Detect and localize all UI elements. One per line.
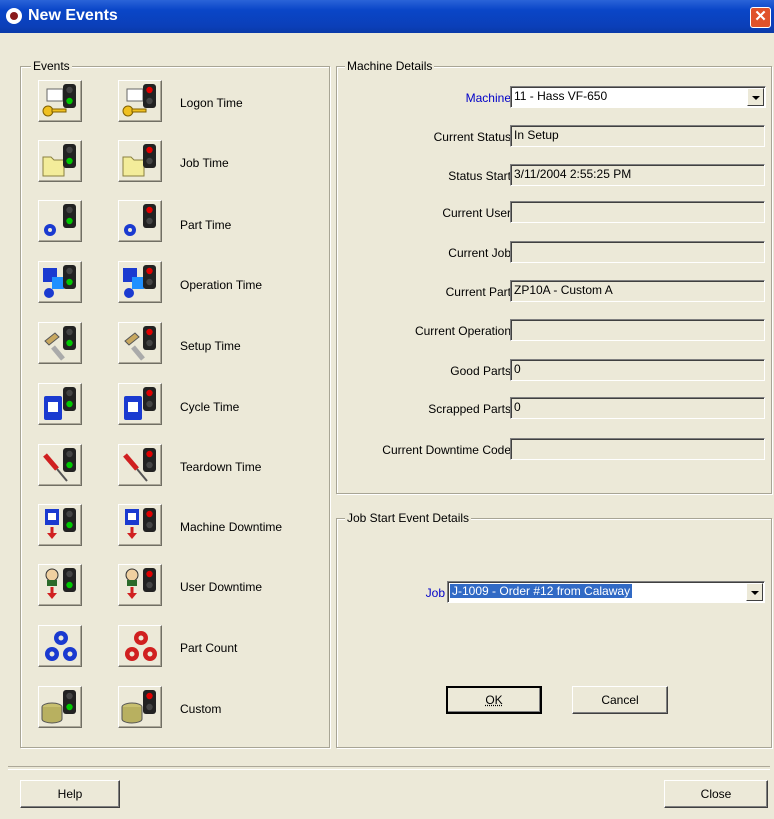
event-2-stop-button[interactable] [118,200,162,242]
detail-label: Scrapped Parts [428,402,511,416]
cancel-button[interactable]: Cancel [572,686,668,714]
chevron-down-icon[interactable] [746,583,763,601]
machine-down-icon [45,508,76,539]
event-9-start-button[interactable] [38,625,82,667]
event-3-start-button[interactable] [38,261,82,303]
detail-field [510,438,765,460]
event-label: Custom [180,702,222,716]
gears-icon [45,631,77,661]
close-button-label: Close [700,787,732,801]
event-7-stop-button[interactable] [118,504,162,546]
machine-down-icon [125,508,156,539]
folder-icon [122,144,156,177]
job-select[interactable]: J-1009 - Order #12 from Calaway [447,581,765,603]
user-down-icon [45,568,76,599]
event-10-start-button[interactable] [38,686,82,728]
detail-field [510,201,765,223]
event-label: Machine Downtime [180,520,283,534]
operation-icon [123,265,156,298]
event-8-stop-button[interactable] [118,564,162,606]
event-3-stop-button[interactable] [118,261,162,303]
gear-icon [44,204,76,236]
gear-icon [124,204,156,236]
event-4-start-button[interactable] [38,322,82,364]
help-button-label: Help [57,787,83,801]
event-0-start-button[interactable] [38,80,82,122]
event-1-start-button[interactable] [38,140,82,182]
close-window-button[interactable]: ✕ [750,7,771,28]
screwdriver-icon [43,448,76,482]
event-1-stop-button[interactable] [118,140,162,182]
detail-label: Current Status [433,130,511,144]
event-label: Part Time [180,218,232,232]
detail-field: ZP10A - Custom A [510,280,765,302]
machine-icon [44,387,76,420]
detail-field [510,241,765,263]
wrench-icon [44,326,76,361]
event-label: Part Count [180,641,238,655]
detail-field: In Setup [510,125,765,147]
job-label: Job [425,586,445,600]
wrench-icon [124,326,156,361]
folder-icon [42,144,76,177]
event-5-stop-button[interactable] [118,383,162,425]
event-label: Cycle Time [180,400,240,414]
detail-field: 0 [510,359,765,381]
job-select-value: J-1009 - Order #12 from Calaway [450,584,633,598]
app-icon [6,8,22,24]
event-9-stop-button[interactable] [118,625,162,667]
detail-label: Good Parts [450,364,511,378]
database-icon [41,690,76,724]
event-label: Operation Time [180,278,263,292]
machine-details-title: Machine Details [345,59,435,73]
key-icon [122,84,156,117]
user-down-icon [125,568,156,599]
detail-field [510,319,765,341]
event-label: User Downtime [180,580,263,594]
event-5-start-button[interactable] [38,383,82,425]
event-8-start-button[interactable] [38,564,82,606]
job-start-title: Job Start Event Details [345,511,472,525]
machine-icon [124,387,156,420]
event-7-start-button[interactable] [38,504,82,546]
detail-label: Current Downtime Code [382,443,511,457]
close-button[interactable]: Close [664,780,768,808]
machine-select[interactable]: 11 - Hass VF-650 [510,86,766,108]
event-0-stop-button[interactable] [118,80,162,122]
event-label: Logon Time [180,96,243,110]
detail-label: Status Start [448,169,511,183]
event-10-stop-button[interactable] [118,686,162,728]
detail-field: 0 [510,397,765,419]
operation-icon [43,265,76,298]
detail-field: 3/11/2004 2:55:25 PM [510,164,765,186]
event-2-start-button[interactable] [38,200,82,242]
event-6-start-button[interactable] [38,444,82,486]
ok-button-label: OK [485,693,503,707]
help-button[interactable]: Help [20,780,120,808]
event-label: Setup Time [180,339,241,353]
event-6-stop-button[interactable] [118,444,162,486]
detail-label: Current User [442,206,511,220]
job-start-group: Job Start Event Details [336,511,772,748]
key-icon [42,84,76,117]
chevron-down-icon[interactable] [747,88,764,106]
event-label: Teardown Time [180,460,262,474]
cancel-button-label: Cancel [601,693,639,707]
event-label: Job Time [180,156,229,170]
ok-button[interactable]: OK [446,686,542,714]
title-bar: New Events ✕ [0,0,774,33]
machine-label: Machine [465,91,511,105]
event-4-stop-button[interactable] [118,322,162,364]
gears-icon [125,631,157,661]
machine-select-value: 11 - Hass VF-650 [514,89,608,103]
events-group-title: Events [31,59,72,73]
footer-separator [8,766,770,770]
detail-label: Current Job [448,246,511,260]
detail-label: Current Operation [414,324,511,338]
detail-label: Current Part [445,285,511,299]
screwdriver-icon [123,448,156,482]
database-icon [121,690,156,724]
window-title: New Events [28,7,118,24]
